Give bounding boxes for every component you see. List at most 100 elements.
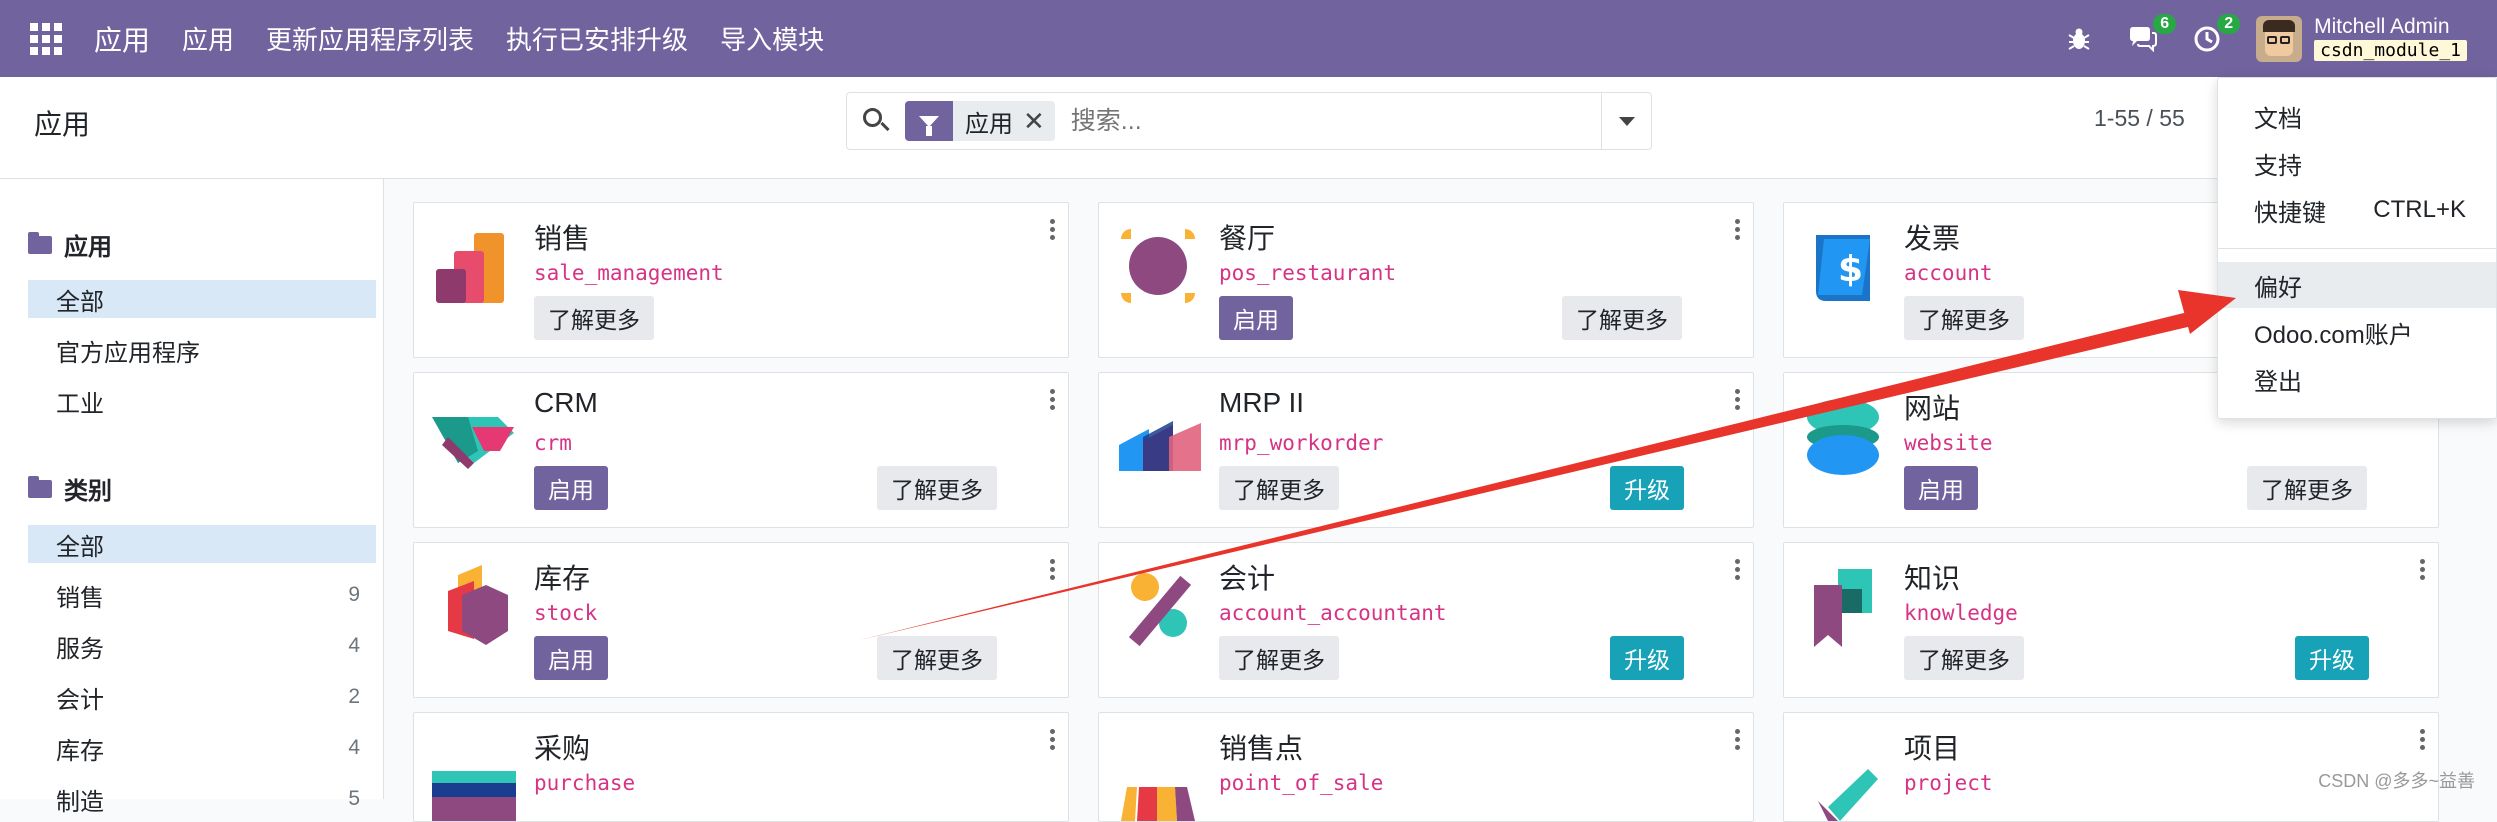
menu-item-support[interactable]: 支持 bbox=[2218, 140, 2496, 186]
sidebar-item-label: 工业 bbox=[56, 390, 104, 418]
sidebar-category-accounting[interactable]: 会计 2 bbox=[28, 678, 376, 716]
card-menu-icon[interactable] bbox=[1735, 389, 1741, 410]
card-menu-icon[interactable] bbox=[1050, 729, 1056, 750]
app-card-knowledge[interactable]: 知识 knowledge 了解更多 升级 bbox=[1783, 542, 2439, 698]
apps-section-title: 应用 bbox=[64, 234, 112, 261]
control-panel: 应用 应用 ✕ 1-55 / 55 bbox=[0, 77, 2497, 179]
card-menu-icon[interactable] bbox=[1735, 219, 1741, 240]
database-name: csdn_module_1 bbox=[2314, 40, 2467, 61]
app-technical-name: crm bbox=[534, 431, 572, 455]
restaurant-app-icon bbox=[1121, 229, 1195, 303]
activate-button[interactable]: 启用 bbox=[534, 636, 608, 680]
card-menu-icon[interactable] bbox=[1050, 559, 1056, 580]
user-menu[interactable]: Mitchell Admin csdn_module_1 bbox=[2314, 16, 2467, 61]
systray: 6 2 Mitchell Admin csdn_module_1 bbox=[2064, 0, 2497, 77]
card-menu-icon[interactable] bbox=[1735, 729, 1741, 750]
project-app-icon bbox=[1818, 769, 1878, 821]
sidebar-item-official-apps[interactable]: 官方应用程序 bbox=[28, 331, 376, 369]
card-menu-icon[interactable] bbox=[1735, 559, 1741, 580]
search-input[interactable] bbox=[1068, 105, 1601, 137]
menu-apply-scheduled-upgrades[interactable]: 执行已安排升级 bbox=[506, 20, 688, 57]
menu-item-label: Odoo.com账户 bbox=[2254, 321, 2413, 349]
debug-bug-icon[interactable] bbox=[2064, 24, 2094, 54]
learn-more-button[interactable]: 了解更多 bbox=[1904, 296, 2024, 340]
app-technical-name: project bbox=[1904, 771, 1993, 795]
app-card-crm[interactable]: CRM crm 启用 了解更多 bbox=[413, 372, 1069, 528]
sidebar-item-industries[interactable]: 工业 bbox=[28, 382, 376, 420]
card-menu-icon[interactable] bbox=[2420, 559, 2426, 580]
app-title: 餐厅 bbox=[1219, 223, 1276, 254]
app-card-mrp-ii[interactable]: MRP II mrp_workorder 了解更多 升级 bbox=[1098, 372, 1754, 528]
learn-more-button[interactable]: 了解更多 bbox=[1219, 466, 1339, 510]
learn-more-button[interactable]: 了解更多 bbox=[877, 636, 997, 680]
crm-app-icon bbox=[432, 417, 514, 469]
app-card-inventory[interactable]: 库存 stock 启用 了解更多 bbox=[413, 542, 1069, 698]
chat-icon[interactable]: 6 bbox=[2128, 13, 2177, 54]
sidebar-item-all-apps[interactable]: 全部 bbox=[28, 280, 376, 318]
folder-icon bbox=[28, 231, 52, 254]
search-panel: 应用 全部 官方应用程序 工业 类别 全部 销售 9 服务 4 会计 2 库存 4 制造… bbox=[0, 179, 384, 816]
upgrade-button[interactable]: 升级 bbox=[1610, 636, 1684, 680]
app-technical-name: account bbox=[1904, 261, 1993, 285]
app-card-sales[interactable]: 销售 sale_management 了解更多 bbox=[413, 202, 1069, 358]
upgrade-button[interactable]: 升级 bbox=[1610, 466, 1684, 510]
category-count: 2 bbox=[348, 685, 360, 708]
app-card-purchase[interactable]: 采购 purchase bbox=[413, 712, 1069, 822]
menu-item-documentation[interactable]: 文档 bbox=[2218, 93, 2496, 139]
learn-more-button[interactable]: 了解更多 bbox=[1562, 296, 1682, 340]
facet-remove-icon[interactable]: ✕ bbox=[1023, 106, 1045, 137]
category-count: 4 bbox=[348, 736, 360, 759]
app-grid-icon[interactable] bbox=[30, 22, 62, 55]
search-options-toggle[interactable] bbox=[1601, 92, 1651, 150]
menu-apps[interactable]: 应用 bbox=[182, 20, 234, 57]
app-title: 会计 bbox=[1219, 563, 1276, 594]
category-count: 4 bbox=[348, 634, 360, 657]
learn-more-button[interactable]: 了解更多 bbox=[534, 296, 654, 340]
app-title: 发票 bbox=[1904, 223, 1961, 254]
learn-more-button[interactable]: 了解更多 bbox=[2247, 466, 2367, 510]
sidebar-category-inventory[interactable]: 库存 4 bbox=[28, 729, 376, 767]
app-title: 项目 bbox=[1904, 733, 1961, 764]
pager-value[interactable]: 1-55 / 55 bbox=[2094, 105, 2185, 132]
sidebar-category-manufacturing[interactable]: 制造 5 bbox=[28, 780, 376, 818]
user-avatar[interactable] bbox=[2256, 15, 2303, 62]
card-menu-icon[interactable] bbox=[1050, 219, 1056, 240]
activity-clock-icon[interactable]: 2 bbox=[2192, 13, 2241, 54]
app-technical-name: sale_management bbox=[534, 261, 724, 285]
app-title: 网站 bbox=[1904, 393, 1961, 424]
sidebar-item-label: 服务 bbox=[56, 635, 104, 663]
learn-more-button[interactable]: 了解更多 bbox=[1219, 636, 1339, 680]
app-card-point-of-sale[interactable]: 销售点 point_of_sale bbox=[1098, 712, 1754, 822]
app-brand[interactable]: 应用 bbox=[94, 19, 150, 59]
app-card-accounting[interactable]: 会计 account_accountant 了解更多 升级 bbox=[1098, 542, 1754, 698]
activate-button[interactable]: 启用 bbox=[1904, 466, 1978, 510]
menu-item-logout[interactable]: 登出 bbox=[2218, 356, 2496, 402]
sidebar-category-sales[interactable]: 销售 9 bbox=[28, 576, 376, 614]
activate-button[interactable]: 启用 bbox=[1219, 296, 1293, 340]
menu-item-preferences[interactable]: 偏好 bbox=[2218, 262, 2496, 308]
menu-item-odoo-account[interactable]: Odoo.com账户 bbox=[2218, 309, 2496, 355]
sidebar-category-all[interactable]: 全部 bbox=[28, 525, 376, 563]
categories-section-header: 类别 bbox=[28, 471, 112, 506]
upgrade-button[interactable]: 升级 bbox=[2295, 636, 2369, 680]
menu-item-label: 登出 bbox=[2254, 368, 2302, 396]
menu-divider bbox=[2218, 248, 2496, 249]
menu-import-module[interactable]: 导入模块 bbox=[720, 20, 824, 57]
facet-label: 应用 bbox=[965, 110, 1013, 138]
activate-button[interactable]: 启用 bbox=[534, 466, 608, 510]
inventory-app-icon bbox=[448, 565, 508, 645]
svg-text:$: $ bbox=[1838, 249, 1863, 290]
card-menu-icon[interactable] bbox=[2420, 729, 2426, 750]
app-technical-name: knowledge bbox=[1904, 601, 2018, 625]
app-title: MRP II bbox=[1219, 387, 1305, 418]
search-icon[interactable] bbox=[861, 106, 891, 136]
card-menu-icon[interactable] bbox=[1050, 389, 1056, 410]
sidebar-item-label: 库存 bbox=[56, 737, 104, 765]
sidebar-category-services[interactable]: 服务 4 bbox=[28, 627, 376, 665]
app-card-restaurant[interactable]: 餐厅 pos_restaurant 启用 了解更多 bbox=[1098, 202, 1754, 358]
learn-more-button[interactable]: 了解更多 bbox=[1904, 636, 2024, 680]
breadcrumb: 应用 bbox=[34, 109, 91, 140]
menu-item-shortcuts[interactable]: 快捷键 CTRL+K bbox=[2218, 187, 2496, 233]
learn-more-button[interactable]: 了解更多 bbox=[877, 466, 997, 510]
menu-update-apps-list[interactable]: 更新应用程序列表 bbox=[266, 20, 474, 57]
